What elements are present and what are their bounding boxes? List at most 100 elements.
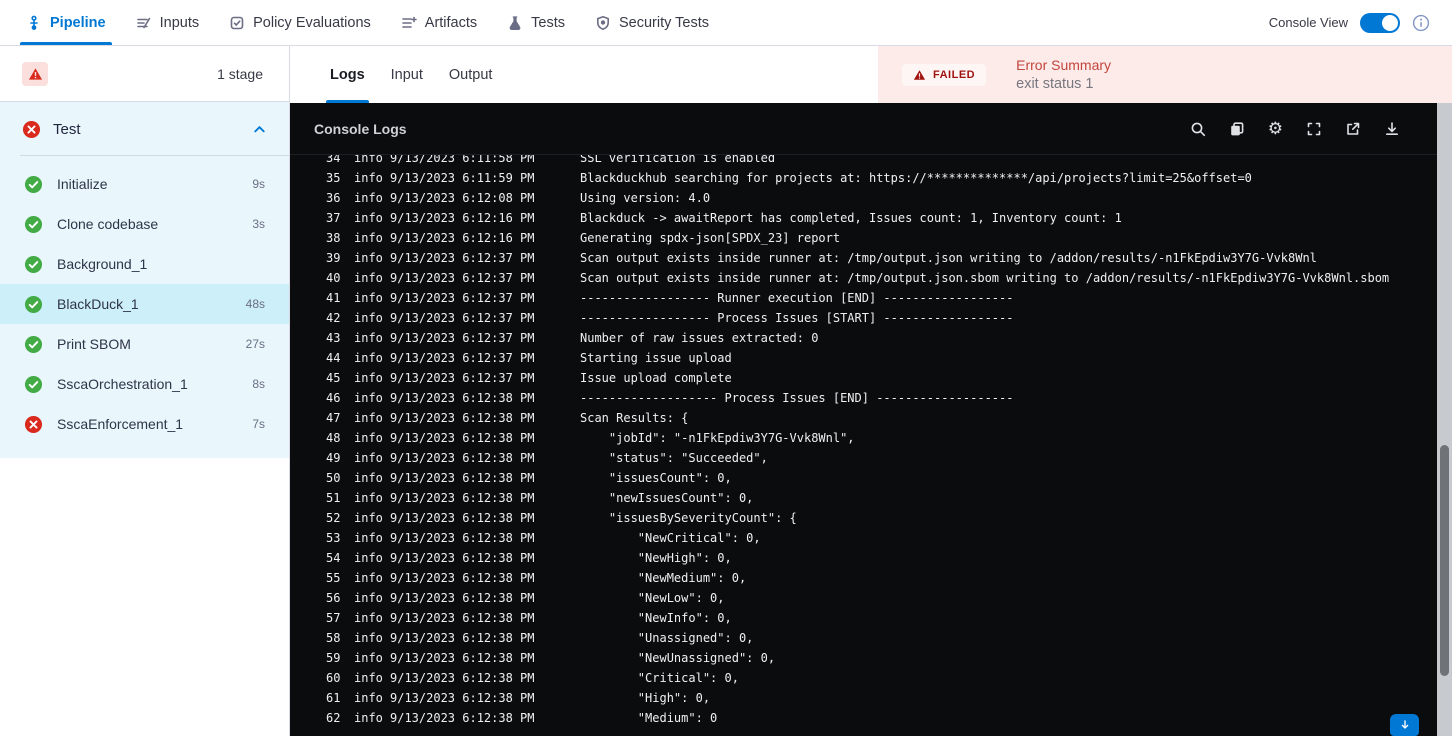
log-timestamp: 9/13/2023 6:12:37 PM bbox=[390, 331, 535, 345]
success-icon bbox=[24, 335, 43, 354]
log-line: 57 info 9/13/2023 6:12:38 PM "NewInfo": 0, bbox=[326, 608, 1437, 628]
log-line: 47 info 9/13/2023 6:12:38 PM Scan Results: … bbox=[326, 408, 1437, 428]
sidebar-header: 1 stage bbox=[0, 46, 289, 102]
log-message: "NewHigh": 0, bbox=[580, 551, 732, 565]
log-line-number: 42 bbox=[326, 311, 341, 325]
log-message: Issue upload complete bbox=[580, 371, 732, 385]
tab-pipeline[interactable]: Pipeline bbox=[20, 0, 112, 45]
log-viewport: 34 info 9/13/2023 6:11:58 PM SSL verificati… bbox=[290, 155, 1437, 736]
log-timestamp: 9/13/2023 6:12:16 PM bbox=[390, 231, 535, 245]
log-line-number: 43 bbox=[326, 331, 341, 345]
tab-input[interactable]: Input bbox=[391, 46, 423, 103]
step-duration: 48s bbox=[245, 297, 265, 311]
step-row-sscaenforcement-1[interactable]: SscaEnforcement_1 7s bbox=[0, 404, 289, 444]
warning-triangle-icon bbox=[913, 69, 926, 80]
log-message: Number of raw issues extracted: 0 bbox=[580, 331, 819, 345]
step-row-clone-codebase[interactable]: Clone codebase 3s bbox=[0, 204, 289, 244]
log-level: info bbox=[354, 471, 383, 485]
nav-tab-label: Policy Evaluations bbox=[253, 14, 371, 31]
log-level: info bbox=[354, 511, 383, 525]
log-line-number: 36 bbox=[326, 191, 341, 205]
log-line: 41 info 9/13/2023 6:12:37 PM --------------… bbox=[326, 288, 1437, 308]
log-level: info bbox=[354, 231, 383, 245]
chevron-up-icon[interactable] bbox=[252, 122, 267, 137]
log-line: 39 info 9/13/2023 6:12:37 PM Scan output ex… bbox=[326, 248, 1437, 268]
log-line: 43 info 9/13/2023 6:12:37 PM Number of raw … bbox=[326, 328, 1437, 348]
info-icon[interactable] bbox=[1412, 14, 1430, 32]
log-timestamp: 9/13/2023 6:12:38 PM bbox=[390, 591, 535, 605]
execution-sidebar: 1 stage Test Initialize 9s Clone codebase 3… bbox=[0, 46, 290, 736]
nav-tab-label: Pipeline bbox=[50, 14, 106, 31]
tab-security-tests[interactable]: Security Tests bbox=[595, 0, 709, 45]
log-message: ------------------ Process Issues [START… bbox=[580, 311, 1014, 325]
log-line-number: 52 bbox=[326, 511, 341, 525]
console-scrollbar[interactable] bbox=[1437, 103, 1452, 736]
error-summary-message: exit status 1 bbox=[1016, 76, 1094, 92]
step-row-initialize[interactable]: Initialize 9s bbox=[0, 164, 289, 204]
console-header: Console Logs ⚙ bbox=[290, 103, 1452, 155]
log-message: Scan Results: { bbox=[580, 411, 689, 425]
tab-logs[interactable]: Logs bbox=[326, 46, 369, 103]
error-summary-panel: FAILED Error Summary exit status 1 bbox=[878, 46, 1452, 103]
log-timestamp: 9/13/2023 6:12:38 PM bbox=[390, 571, 535, 585]
step-row-background-1[interactable]: Background_1 bbox=[0, 244, 289, 284]
log-timestamp: 9/13/2023 6:12:38 PM bbox=[390, 431, 535, 445]
log-line: 40 info 9/13/2023 6:12:37 PM Scan output ex… bbox=[326, 268, 1437, 288]
log-message: ------------------ Runner execution [END… bbox=[580, 291, 1014, 305]
copy-icon[interactable] bbox=[1229, 121, 1245, 137]
log-level: info bbox=[354, 571, 383, 585]
stage-warning-icon bbox=[22, 61, 48, 86]
console-logs-panel: Console Logs ⚙ 34 info 9/13/2023 6:11:58 P… bbox=[290, 103, 1452, 736]
log-message: Blackduckhub searching for projects at: … bbox=[580, 171, 1252, 185]
scroll-to-bottom-button[interactable] bbox=[1390, 714, 1419, 736]
log-level: info bbox=[354, 591, 383, 605]
tab-tests[interactable]: Tests bbox=[507, 0, 565, 45]
step-label: BlackDuck_1 bbox=[57, 296, 139, 312]
log-timestamp: 9/13/2023 6:12:38 PM bbox=[390, 411, 535, 425]
step-row-print-sbom[interactable]: Print SBOM 27s bbox=[0, 324, 289, 364]
log-line-number: 41 bbox=[326, 291, 341, 305]
stage-header-test[interactable]: Test bbox=[0, 102, 289, 155]
log-timestamp: 9/13/2023 6:12:38 PM bbox=[390, 491, 535, 505]
scrollbar-thumb[interactable] bbox=[1440, 444, 1449, 676]
settings-icon[interactable]: ⚙ bbox=[1268, 120, 1283, 137]
log-level: info bbox=[354, 451, 383, 465]
step-label: SscaEnforcement_1 bbox=[57, 416, 184, 432]
success-icon bbox=[24, 255, 43, 274]
tab-artifacts[interactable]: Artifacts bbox=[401, 0, 477, 45]
log-level: info bbox=[354, 291, 383, 305]
log-line-number: 39 bbox=[326, 251, 341, 265]
open-in-new-icon[interactable] bbox=[1345, 121, 1361, 137]
log-line: 48 info 9/13/2023 6:12:38 PM "jobId": "-n1… bbox=[326, 428, 1437, 448]
log-line: 60 info 9/13/2023 6:12:38 PM "Critical": 0… bbox=[326, 668, 1437, 688]
step-duration: 7s bbox=[252, 417, 265, 431]
log-line-number: 37 bbox=[326, 211, 341, 225]
log-timestamp: 9/13/2023 6:12:38 PM bbox=[390, 671, 535, 685]
log-message: SSL verification is enabled bbox=[580, 155, 776, 165]
inputs-icon bbox=[136, 15, 152, 31]
fullscreen-icon[interactable] bbox=[1306, 121, 1322, 137]
toggle-knob bbox=[1382, 14, 1398, 31]
step-row-sscaorchestration-1[interactable]: SscaOrchestration_1 8s bbox=[0, 364, 289, 404]
step-row-blackduck-1[interactable]: BlackDuck_1 48s bbox=[0, 284, 289, 324]
download-icon[interactable] bbox=[1384, 121, 1400, 137]
log-timestamp: 9/13/2023 6:12:38 PM bbox=[390, 451, 535, 465]
tab-inputs[interactable]: Inputs bbox=[136, 0, 199, 45]
console-view-toggle[interactable] bbox=[1360, 12, 1400, 33]
tab-output[interactable]: Output bbox=[449, 46, 493, 103]
log-level: info bbox=[354, 691, 383, 705]
log-line-number: 49 bbox=[326, 451, 341, 465]
failed-icon bbox=[24, 415, 43, 434]
log-message: "newIssuesCount": 0, bbox=[580, 491, 754, 505]
log-message: "issuesCount": 0, bbox=[580, 471, 732, 485]
log-line: 53 info 9/13/2023 6:12:38 PM "NewCritical"… bbox=[326, 528, 1437, 548]
search-icon[interactable] bbox=[1190, 121, 1206, 137]
tab-policy-evaluations[interactable]: Policy Evaluations bbox=[229, 0, 371, 45]
log-timestamp: 9/13/2023 6:12:37 PM bbox=[390, 351, 535, 365]
console-title: Console Logs bbox=[314, 120, 407, 137]
failed-badge: FAILED bbox=[902, 63, 987, 86]
log-line: 62 info 9/13/2023 6:12:38 PM "Medium": 0 bbox=[326, 708, 1437, 728]
policy-evaluations-icon bbox=[229, 15, 245, 31]
log-line: 50 info 9/13/2023 6:12:38 PM "issuesCount"… bbox=[326, 468, 1437, 488]
log-timestamp: 9/13/2023 6:12:37 PM bbox=[390, 291, 535, 305]
